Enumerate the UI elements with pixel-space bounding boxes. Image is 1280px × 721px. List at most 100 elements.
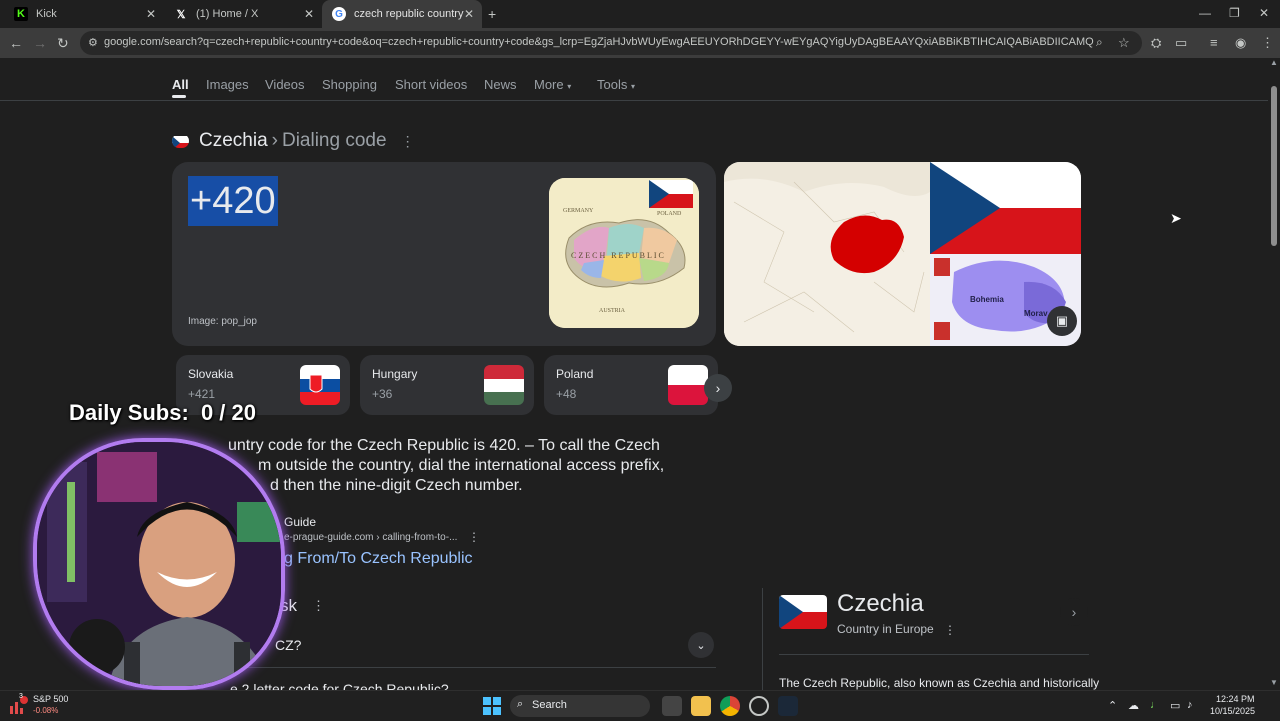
country-code: +48 [556, 387, 577, 401]
tab-short-videos[interactable]: Short videos [395, 77, 467, 92]
tab-news[interactable]: News [484, 77, 517, 92]
active-tab-indicator [172, 95, 186, 98]
media-control-icon[interactable]: ≡ [1210, 35, 1218, 50]
zoom-icon[interactable]: ⌕ [1096, 35, 1103, 50]
clock-time[interactable]: 12:24 PM [1216, 694, 1255, 704]
carousel-next-button[interactable]: › [704, 374, 732, 402]
side-panel-border [762, 588, 763, 690]
profile-icon[interactable]: ◉ [1235, 35, 1246, 51]
country-card-poland[interactable]: Poland +48 [544, 355, 718, 415]
hungary-flag-icon [484, 365, 524, 405]
nav-divider [0, 100, 1268, 101]
attribute-name: Dialing code [281, 130, 387, 151]
microphone-icon[interactable]: ♩ [1150, 699, 1161, 711]
volume-icon[interactable]: ♪ [1187, 699, 1193, 711]
bookmark-star-icon[interactable]: ☆ [1118, 35, 1130, 51]
subs-value: 0 / 20 [200, 400, 256, 425]
source-url[interactable]: e-prague-guide.com › calling-from-to-... [284, 532, 457, 543]
stock-name: S&P 500 [33, 694, 69, 704]
snippet-line: m outside the country, dial the internat… [258, 457, 665, 474]
browser-toolbar: ← → ↻ ⚙ google.com/search?q=czech+republ… [0, 28, 1280, 58]
image-credit: Image: pop_jop [188, 316, 257, 327]
tab-title: czech republic country code - G [354, 8, 464, 20]
map-label-germany: GERMANY [563, 208, 594, 214]
forward-icon[interactable]: → [33, 35, 47, 51]
country-card-hungary[interactable]: Hungary +36 [360, 355, 534, 415]
image-gallery-icon[interactable]: ▣ [1047, 306, 1077, 336]
result-link[interactable]: g From/To Czech Republic [284, 550, 473, 568]
tab-shopping[interactable]: Shopping [322, 77, 377, 92]
taskbar-search[interactable]: ⌕ Search [510, 695, 650, 717]
tab-tools-label: Tools [597, 77, 628, 92]
paa-menu-icon[interactable]: ⋮ [312, 598, 325, 614]
side-panel-next-button[interactable]: › [1060, 598, 1088, 626]
x-icon: 𝕏 [176, 8, 186, 21]
czech-flag-icon [172, 134, 189, 148]
image-collage[interactable]: Bohemia Morav ▣ [724, 162, 1081, 346]
mouse-cursor-icon: ➤ [1170, 210, 1182, 226]
reload-icon[interactable]: ↻ [57, 35, 69, 52]
clock-date[interactable]: 10/15/2025 [1210, 706, 1255, 716]
address-bar[interactable]: ⚙ google.com/search?q=czech+republic+cou… [80, 31, 1142, 55]
scrollbar-thumb[interactable] [1271, 86, 1277, 246]
steam-icon[interactable] [778, 696, 798, 716]
country-name: Slovakia [188, 367, 234, 381]
kp-breadcrumb: Czechia › Dialing code ⋮ [172, 130, 415, 152]
stock-widget-icon[interactable] [8, 696, 28, 716]
windows-start-icon[interactable] [483, 697, 501, 715]
task-view-icon[interactable] [662, 696, 682, 716]
notification-badge: 3 [19, 693, 23, 700]
collage-label-bohemia: Bohemia [970, 295, 1004, 304]
onedrive-icon[interactable]: ☁ [1128, 699, 1139, 712]
close-icon[interactable]: ✕ [146, 7, 156, 21]
maximize-icon[interactable]: ❐ [1229, 6, 1240, 20]
paa-question[interactable]: CZ? [275, 637, 301, 653]
google-icon: G [332, 7, 346, 21]
tab-title: (1) Home / X [196, 8, 259, 20]
source-menu-icon[interactable]: ⋮ [468, 530, 480, 544]
dropdown-caret-icon: ▾ [630, 82, 635, 91]
windows-taskbar: 3 S&P 500 -0.08% ⌕ Search ⌃ ☁ ♩ ▭ ♪ 12:2… [0, 690, 1280, 720]
tab-more[interactable]: More ▾ [534, 77, 571, 92]
obs-icon[interactable] [749, 696, 769, 716]
webcam-overlay [33, 438, 285, 690]
menu-kebab-icon[interactable]: ⋮ [1261, 35, 1274, 51]
expand-chevron-icon[interactable]: ⌄ [688, 632, 714, 658]
chrome-icon[interactable] [720, 696, 740, 716]
new-tab-button[interactable]: + [488, 6, 496, 22]
tab-tools[interactable]: Tools ▾ [597, 77, 635, 92]
page-scrollbar[interactable]: ▲ ▼ [1268, 58, 1280, 690]
close-icon[interactable]: ✕ [464, 7, 474, 21]
search-icon: ⌕ [517, 698, 524, 710]
tab-all[interactable]: All [172, 77, 189, 92]
window-close-icon[interactable]: ✕ [1259, 6, 1269, 20]
side-panel-menu-icon[interactable]: ⋮ [944, 623, 956, 637]
tab-more-label: More [534, 77, 564, 92]
tab-x[interactable]: 𝕏 (1) Home / X ✕ [164, 0, 322, 28]
paa-question[interactable]: e 2 letter code for Czech Republic? [230, 681, 449, 690]
scroll-up-icon[interactable]: ▲ [1270, 58, 1278, 67]
tray-overflow-icon[interactable]: ⌃ [1108, 699, 1117, 712]
file-explorer-icon[interactable] [691, 696, 711, 716]
close-icon[interactable]: ✕ [304, 7, 314, 21]
more-options-icon[interactable]: ⋮ [401, 133, 415, 150]
extensions-icon[interactable]: ⛭ [1151, 35, 1161, 51]
site-info-icon[interactable]: ⚙ [88, 36, 98, 49]
czech-map-thumbnail[interactable]: GERMANY POLAND CZECH REPUBLIC AUSTRIA [549, 178, 699, 328]
chevron-right-icon: › [1071, 604, 1077, 620]
snippet-line: untry code for the Czech Republic is 420… [228, 437, 660, 454]
back-icon[interactable]: ← [9, 35, 23, 51]
tab-kick[interactable]: K Kick ✕ [4, 0, 164, 28]
tab-videos[interactable]: Videos [265, 77, 305, 92]
source-name[interactable]: Guide [284, 515, 316, 529]
minimize-icon[interactable]: — [1199, 6, 1211, 20]
network-icon[interactable]: ▭ [1170, 699, 1180, 712]
scroll-down-icon[interactable]: ▼ [1270, 678, 1278, 687]
tab-google[interactable]: G czech republic country code - G ✕ [322, 0, 482, 28]
tab-images[interactable]: Images [206, 77, 249, 92]
entity-name[interactable]: Czechia [199, 130, 268, 152]
map-label-country: CZECH REPUBLIC [571, 251, 666, 260]
side-panel-icon[interactable]: ▭ [1175, 35, 1187, 51]
side-panel-divider [779, 654, 1089, 655]
stock-change: -0.08% [33, 706, 59, 715]
